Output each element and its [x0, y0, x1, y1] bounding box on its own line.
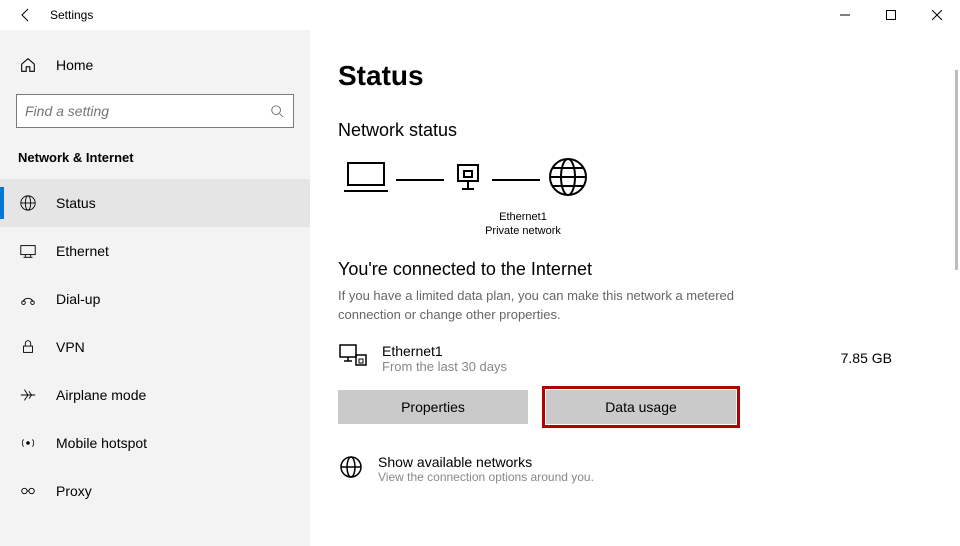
sidebar: Home Network & Internet Status Ethern — [0, 30, 310, 546]
home-icon — [18, 56, 38, 74]
diagram-scope: Private network — [453, 224, 593, 238]
sidebar-item-label: VPN — [56, 339, 85, 355]
sidebar-section-title: Network & Internet — [0, 146, 310, 179]
back-button[interactable] — [10, 0, 42, 30]
diagram-line — [492, 179, 540, 181]
adapter-icon — [450, 159, 486, 200]
airplane-icon — [18, 386, 38, 404]
page-title: Status — [338, 60, 932, 92]
connection-row: Ethernet1 From the last 30 days 7.85 GB — [338, 343, 932, 374]
ethernet-icon — [18, 242, 38, 260]
network-status-heading: Network status — [338, 120, 932, 141]
diagram-adapter-name: Ethernet1 — [453, 210, 593, 224]
hotspot-icon — [18, 434, 38, 452]
diagram-label: Ethernet1 Private network — [453, 210, 593, 239]
search-box[interactable] — [16, 94, 294, 128]
connected-title: You're connected to the Internet — [338, 259, 932, 280]
dialup-icon — [18, 290, 38, 308]
sidebar-item-label: Status — [56, 195, 96, 211]
available-networks-title: Show available networks — [378, 454, 594, 470]
sidebar-item-label: Dial-up — [56, 291, 100, 307]
window-title: Settings — [50, 8, 93, 22]
sidebar-item-label: Airplane mode — [56, 387, 146, 403]
network-diagram — [338, 155, 932, 204]
sidebar-item-status[interactable]: Status — [0, 179, 310, 227]
sidebar-item-label: Mobile hotspot — [56, 435, 147, 451]
sidebar-home[interactable]: Home — [0, 44, 310, 86]
sidebar-item-airplane[interactable]: Airplane mode — [0, 371, 310, 419]
sidebar-item-label: Proxy — [56, 483, 92, 499]
available-networks-icon — [338, 454, 364, 485]
connection-name: Ethernet1 — [382, 343, 827, 359]
connected-description: If you have a limited data plan, you can… — [338, 286, 758, 325]
maximize-button[interactable] — [868, 0, 914, 30]
connection-adapter-icon — [338, 343, 368, 374]
available-networks-subtitle: View the connection options around you. — [378, 470, 594, 484]
sidebar-item-dialup[interactable]: Dial-up — [0, 275, 310, 323]
sidebar-item-proxy[interactable]: Proxy — [0, 467, 310, 515]
show-available-networks[interactable]: Show available networks View the connect… — [338, 454, 932, 485]
diagram-line — [396, 179, 444, 181]
connection-period: From the last 30 days — [382, 359, 827, 374]
search-icon — [261, 104, 293, 118]
computer-icon — [342, 157, 390, 202]
sidebar-item-vpn[interactable]: VPN — [0, 323, 310, 371]
proxy-icon — [18, 482, 38, 500]
status-icon — [18, 194, 38, 212]
connection-usage: 7.85 GB — [841, 350, 932, 366]
sidebar-item-label: Ethernet — [56, 243, 109, 259]
search-input[interactable] — [17, 97, 261, 125]
titlebar: Settings — [0, 0, 960, 30]
properties-button[interactable]: Properties — [338, 390, 528, 424]
vpn-icon — [18, 338, 38, 356]
close-button[interactable] — [914, 0, 960, 30]
minimize-button[interactable] — [822, 0, 868, 30]
sidebar-item-hotspot[interactable]: Mobile hotspot — [0, 419, 310, 467]
globe-icon — [546, 155, 590, 204]
data-usage-button[interactable]: Data usage — [546, 390, 736, 424]
sidebar-item-ethernet[interactable]: Ethernet — [0, 227, 310, 275]
sidebar-home-label: Home — [56, 57, 93, 73]
main-content: Status Network status Ethernet1 Private … — [310, 30, 960, 546]
scrollbar[interactable] — [955, 70, 958, 270]
